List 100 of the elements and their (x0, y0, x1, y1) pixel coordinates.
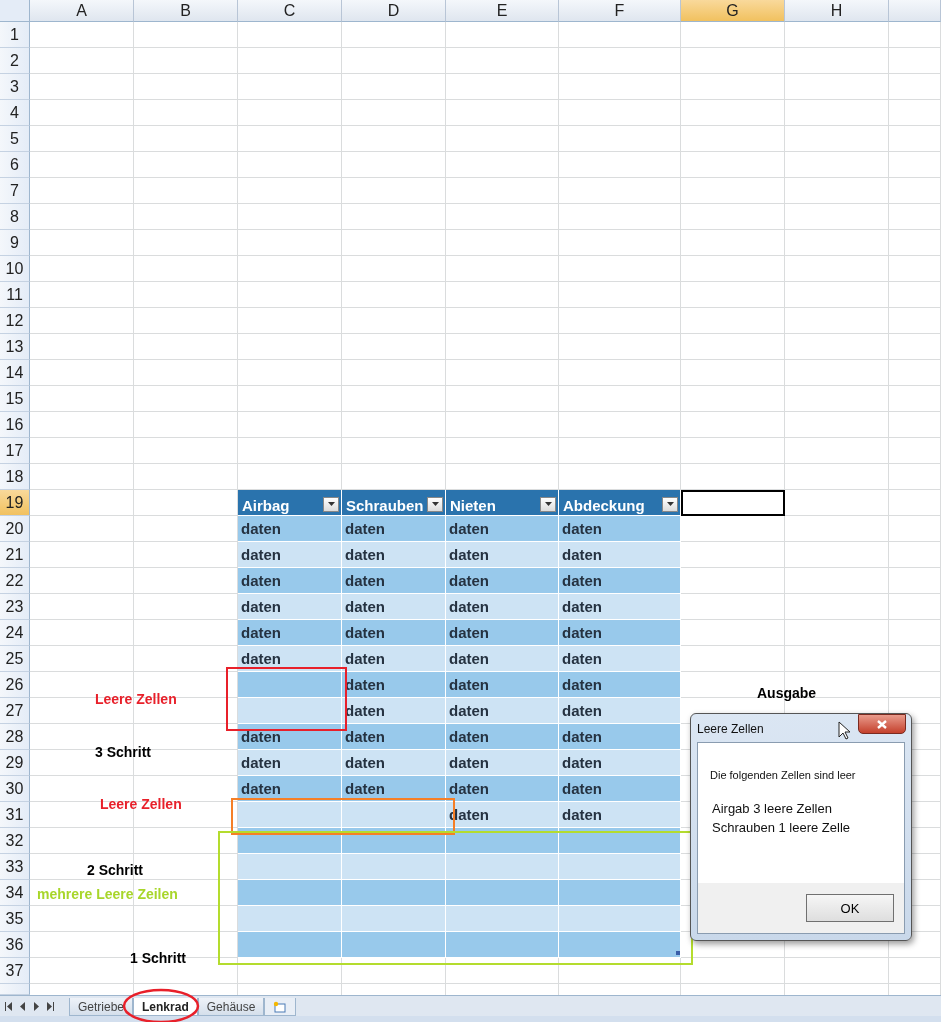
column-heading[interactable]: E (446, 0, 559, 22)
filter-dropdown-button[interactable] (540, 496, 556, 512)
row-number[interactable]: 10 (0, 256, 30, 282)
table-cell: daten (342, 646, 446, 672)
row-number[interactable]: 9 (0, 230, 30, 256)
row-number[interactable]: 15 (0, 386, 30, 412)
table-cell: daten (342, 750, 446, 776)
active-cell[interactable] (681, 490, 785, 516)
row-number[interactable]: 26 (0, 672, 30, 698)
row-number[interactable]: 25 (0, 646, 30, 672)
sheet-tab[interactable]: Getriebe (69, 998, 134, 1016)
table-cell: daten (446, 594, 559, 620)
table-cell: daten (342, 516, 446, 542)
column-heading[interactable]: C (238, 0, 342, 22)
row-number[interactable]: 28 (0, 724, 30, 750)
new-sheet-icon (273, 1000, 288, 1013)
row-number[interactable]: 16 (0, 412, 30, 438)
table-cell: daten (559, 724, 681, 750)
table-cell: daten (446, 646, 559, 672)
resize-handle-icon[interactable] (676, 951, 680, 955)
close-button[interactable] (858, 714, 906, 734)
row-number[interactable]: 5 (0, 126, 30, 152)
row-number[interactable]: 18 (0, 464, 30, 490)
table-cell: daten (559, 802, 681, 828)
row-number[interactable]: 32 (0, 828, 30, 854)
row-number[interactable]: 17 (0, 438, 30, 464)
table-cell: daten (559, 698, 681, 724)
row-number[interactable]: 23 (0, 594, 30, 620)
row-number[interactable]: 19 (0, 490, 30, 516)
column-heading[interactable]: A (30, 0, 134, 22)
sheet-tab[interactable]: Gehäuse (197, 998, 265, 1016)
caret-icon (327, 502, 335, 506)
mouse-pointer-icon (838, 721, 850, 740)
row-number[interactable]: 1 (0, 22, 30, 48)
table-cell: daten (446, 724, 559, 750)
column-header: Airbag (238, 490, 342, 516)
table-cell: daten (238, 516, 342, 542)
table-cell: daten (559, 750, 681, 776)
table-cell: daten (446, 776, 559, 802)
row-number[interactable]: 7 (0, 178, 30, 204)
row-number[interactable]: 24 (0, 620, 30, 646)
filter-dropdown-button[interactable] (323, 496, 339, 512)
row-number[interactable]: 14 (0, 360, 30, 386)
dialog-title: Leere Zellen (697, 722, 764, 736)
row-number[interactable]: 11 (0, 282, 30, 308)
row-number[interactable]: 31 (0, 802, 30, 828)
table-cell: daten (559, 776, 681, 802)
dialog-message: Die folgenden Zellen sind leer (710, 769, 857, 781)
table-cell: daten (238, 594, 342, 620)
row-number[interactable]: 8 (0, 204, 30, 230)
ok-button[interactable]: OK (806, 894, 894, 922)
first-sheet-icon[interactable] (3, 1001, 14, 1011)
column-heading[interactable]: H (785, 0, 889, 22)
row-number[interactable]: 30 (0, 776, 30, 802)
row-number[interactable]: 27 (0, 698, 30, 724)
table-cell: daten (342, 568, 446, 594)
table-cell: daten (342, 776, 446, 802)
column-header: Schrauben (342, 490, 446, 516)
column-heading[interactable]: F (559, 0, 681, 22)
column-heading[interactable]: G (681, 0, 785, 22)
table-cell: daten (342, 542, 446, 568)
table-cell: daten (342, 724, 446, 750)
result-line: Airgab 3 leere Zellen (712, 800, 833, 818)
row-number[interactable]: 20 (0, 516, 30, 542)
row-number[interactable]: 33 (0, 854, 30, 880)
last-sheet-icon[interactable] (45, 1001, 56, 1011)
row-number[interactable]: 29 (0, 750, 30, 776)
table-cell: daten (446, 750, 559, 776)
row-number[interactable]: 6 (0, 152, 30, 178)
next-sheet-icon[interactable] (31, 1001, 42, 1011)
row-number[interactable]: 37 (0, 958, 30, 984)
table-cell: daten (559, 516, 681, 542)
annotation-label: Leere Zellen (95, 691, 177, 707)
row-number[interactable]: 2 (0, 48, 30, 74)
column-heading[interactable]: D (342, 0, 446, 22)
annotation-label: Ausgabe (757, 685, 817, 701)
table-cell: daten (559, 594, 681, 620)
table-cell: daten (559, 646, 681, 672)
row-number[interactable]: 13 (0, 334, 30, 360)
filter-dropdown-button[interactable] (662, 496, 678, 512)
table-cell: daten (342, 620, 446, 646)
table-cell: daten (559, 568, 681, 594)
row-number[interactable]: 4 (0, 100, 30, 126)
annotation-label: Leere Zellen (100, 796, 182, 812)
row-number[interactable]: 34 (0, 880, 30, 906)
table-cell: daten (238, 724, 342, 750)
row-number[interactable]: 21 (0, 542, 30, 568)
filter-dropdown-button[interactable] (427, 496, 443, 512)
previous-sheet-icon[interactable] (17, 1001, 28, 1011)
column-heading[interactable]: B (134, 0, 238, 22)
row-number[interactable]: 36 (0, 932, 30, 958)
close-icon (877, 719, 887, 729)
row-number[interactable]: 12 (0, 308, 30, 334)
row-number[interactable]: 22 (0, 568, 30, 594)
column-header: Nieten (446, 490, 559, 516)
caret-icon (544, 502, 552, 506)
row-number[interactable]: 3 (0, 74, 30, 100)
table-cell: daten (238, 776, 342, 802)
sheet-tab[interactable]: Lenkrad (133, 998, 198, 1016)
row-number[interactable]: 35 (0, 906, 30, 932)
